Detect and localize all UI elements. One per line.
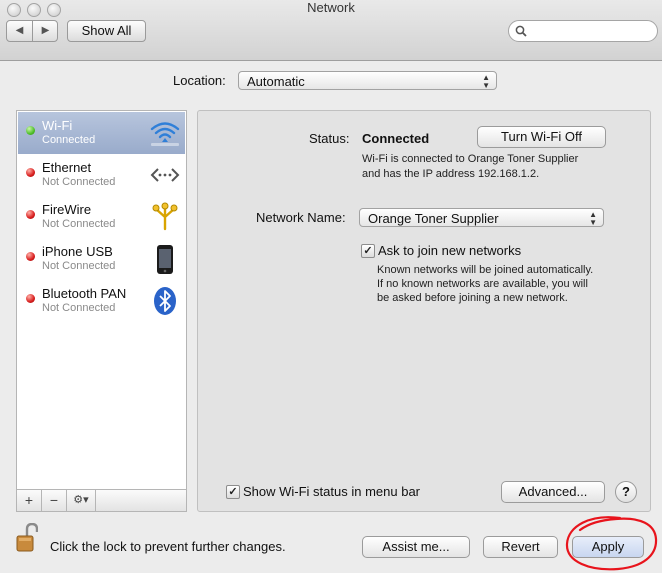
service-list[interactable]: Wi-Fi Connected Ethernet Not Connected F… bbox=[16, 110, 187, 492]
ask-to-join-checkbox[interactable]: ✓ bbox=[361, 244, 375, 258]
status-dot bbox=[26, 210, 35, 219]
show-wifi-status-checkbox[interactable]: ✓ bbox=[226, 485, 240, 499]
service-item-firewire[interactable]: FireWire Not Connected bbox=[18, 196, 185, 238]
service-status: Not Connected bbox=[42, 176, 116, 188]
service-status: Not Connected bbox=[42, 260, 116, 272]
service-name: Bluetooth PAN bbox=[42, 286, 127, 301]
service-list-controls: + − ⚙▾ bbox=[16, 489, 187, 512]
updown-arrows-icon: ▲ ▼ bbox=[482, 73, 490, 90]
assist-me-button[interactable]: Assist me... bbox=[362, 536, 470, 558]
status-description-line-2: and has the IP address 192.168.1.2. bbox=[362, 168, 540, 180]
service-item-bluetooth-pan[interactable]: Bluetooth PAN Not Connected bbox=[18, 280, 185, 322]
remove-service-button[interactable]: − bbox=[42, 490, 67, 511]
network-name-value: Orange Toner Supplier bbox=[368, 211, 499, 226]
red-circle-annotation bbox=[565, 516, 658, 571]
lock-icon[interactable] bbox=[16, 523, 38, 553]
ask-to-join-description-line-2: If no known networks are available, you … bbox=[377, 278, 588, 290]
network-name-select[interactable]: Orange Toner Supplier ▲ ▼ bbox=[359, 208, 604, 227]
ask-to-join-description-line-1: Known networks will be joined automatica… bbox=[377, 264, 594, 276]
advanced-button[interactable]: Advanced... bbox=[501, 481, 605, 503]
chevron-left-icon[interactable]: ◀ bbox=[7, 21, 32, 41]
service-name: Wi-Fi bbox=[42, 118, 73, 133]
gear-icon[interactable]: ⚙▾ bbox=[67, 490, 96, 511]
status-dot bbox=[26, 294, 35, 303]
show-wifi-status-label: Show Wi-Fi status in menu bar bbox=[243, 484, 421, 499]
ethernet-icon bbox=[150, 168, 180, 182]
window-title: Network bbox=[307, 0, 355, 15]
chevron-right-icon[interactable]: ▶ bbox=[33, 21, 58, 41]
status-value: Connected bbox=[362, 131, 430, 146]
status-description-line-1: Wi-Fi is connected to Orange Toner Suppl… bbox=[362, 153, 579, 165]
service-name: FireWire bbox=[42, 202, 92, 217]
service-item-ethernet[interactable]: Ethernet Not Connected bbox=[18, 154, 185, 196]
add-service-button[interactable]: + bbox=[17, 490, 42, 511]
service-item-iphone-usb[interactable]: iPhone USB Not Connected bbox=[18, 238, 185, 280]
service-status: Not Connected bbox=[42, 218, 116, 230]
title-bar: Network ◀ ▶ Show All bbox=[0, 0, 662, 61]
service-status: Connected bbox=[42, 134, 96, 146]
revert-button[interactable]: Revert bbox=[483, 536, 558, 558]
location-select[interactable]: Automatic ▲ ▼ bbox=[238, 71, 497, 90]
service-name: Ethernet bbox=[42, 160, 92, 175]
updown-arrows-icon: ▲ ▼ bbox=[589, 210, 597, 227]
bluetooth-icon bbox=[154, 287, 176, 315]
lock-message: Click the lock to prevent further change… bbox=[50, 539, 286, 554]
status-dot bbox=[26, 252, 35, 261]
help-button[interactable]: ? bbox=[615, 481, 637, 503]
search-input[interactable] bbox=[508, 20, 658, 42]
back-forward-control[interactable]: ◀ ▶ bbox=[6, 20, 58, 42]
iphone-icon bbox=[157, 245, 173, 274]
service-item-wifi[interactable]: Wi-Fi Connected bbox=[18, 112, 185, 154]
network-name-label: Network Name: bbox=[256, 210, 346, 225]
service-name: iPhone USB bbox=[42, 244, 113, 259]
turn-wifi-off-button[interactable]: Turn Wi-Fi Off bbox=[477, 126, 606, 148]
show-all-button[interactable]: Show All bbox=[67, 20, 146, 42]
firewire-icon bbox=[152, 202, 178, 231]
status-dot bbox=[26, 126, 35, 135]
location-label: Location: bbox=[173, 73, 226, 88]
status-dot bbox=[26, 168, 35, 177]
location-value: Automatic bbox=[247, 74, 305, 89]
ask-to-join-description-line-3: be asked before joining a new network. bbox=[377, 292, 568, 304]
wifi-icon bbox=[150, 122, 180, 146]
ask-to-join-label: Ask to join new networks bbox=[378, 243, 522, 258]
search-icon bbox=[515, 25, 527, 37]
service-status: Not Connected bbox=[42, 302, 116, 314]
status-label: Status: bbox=[309, 131, 350, 146]
